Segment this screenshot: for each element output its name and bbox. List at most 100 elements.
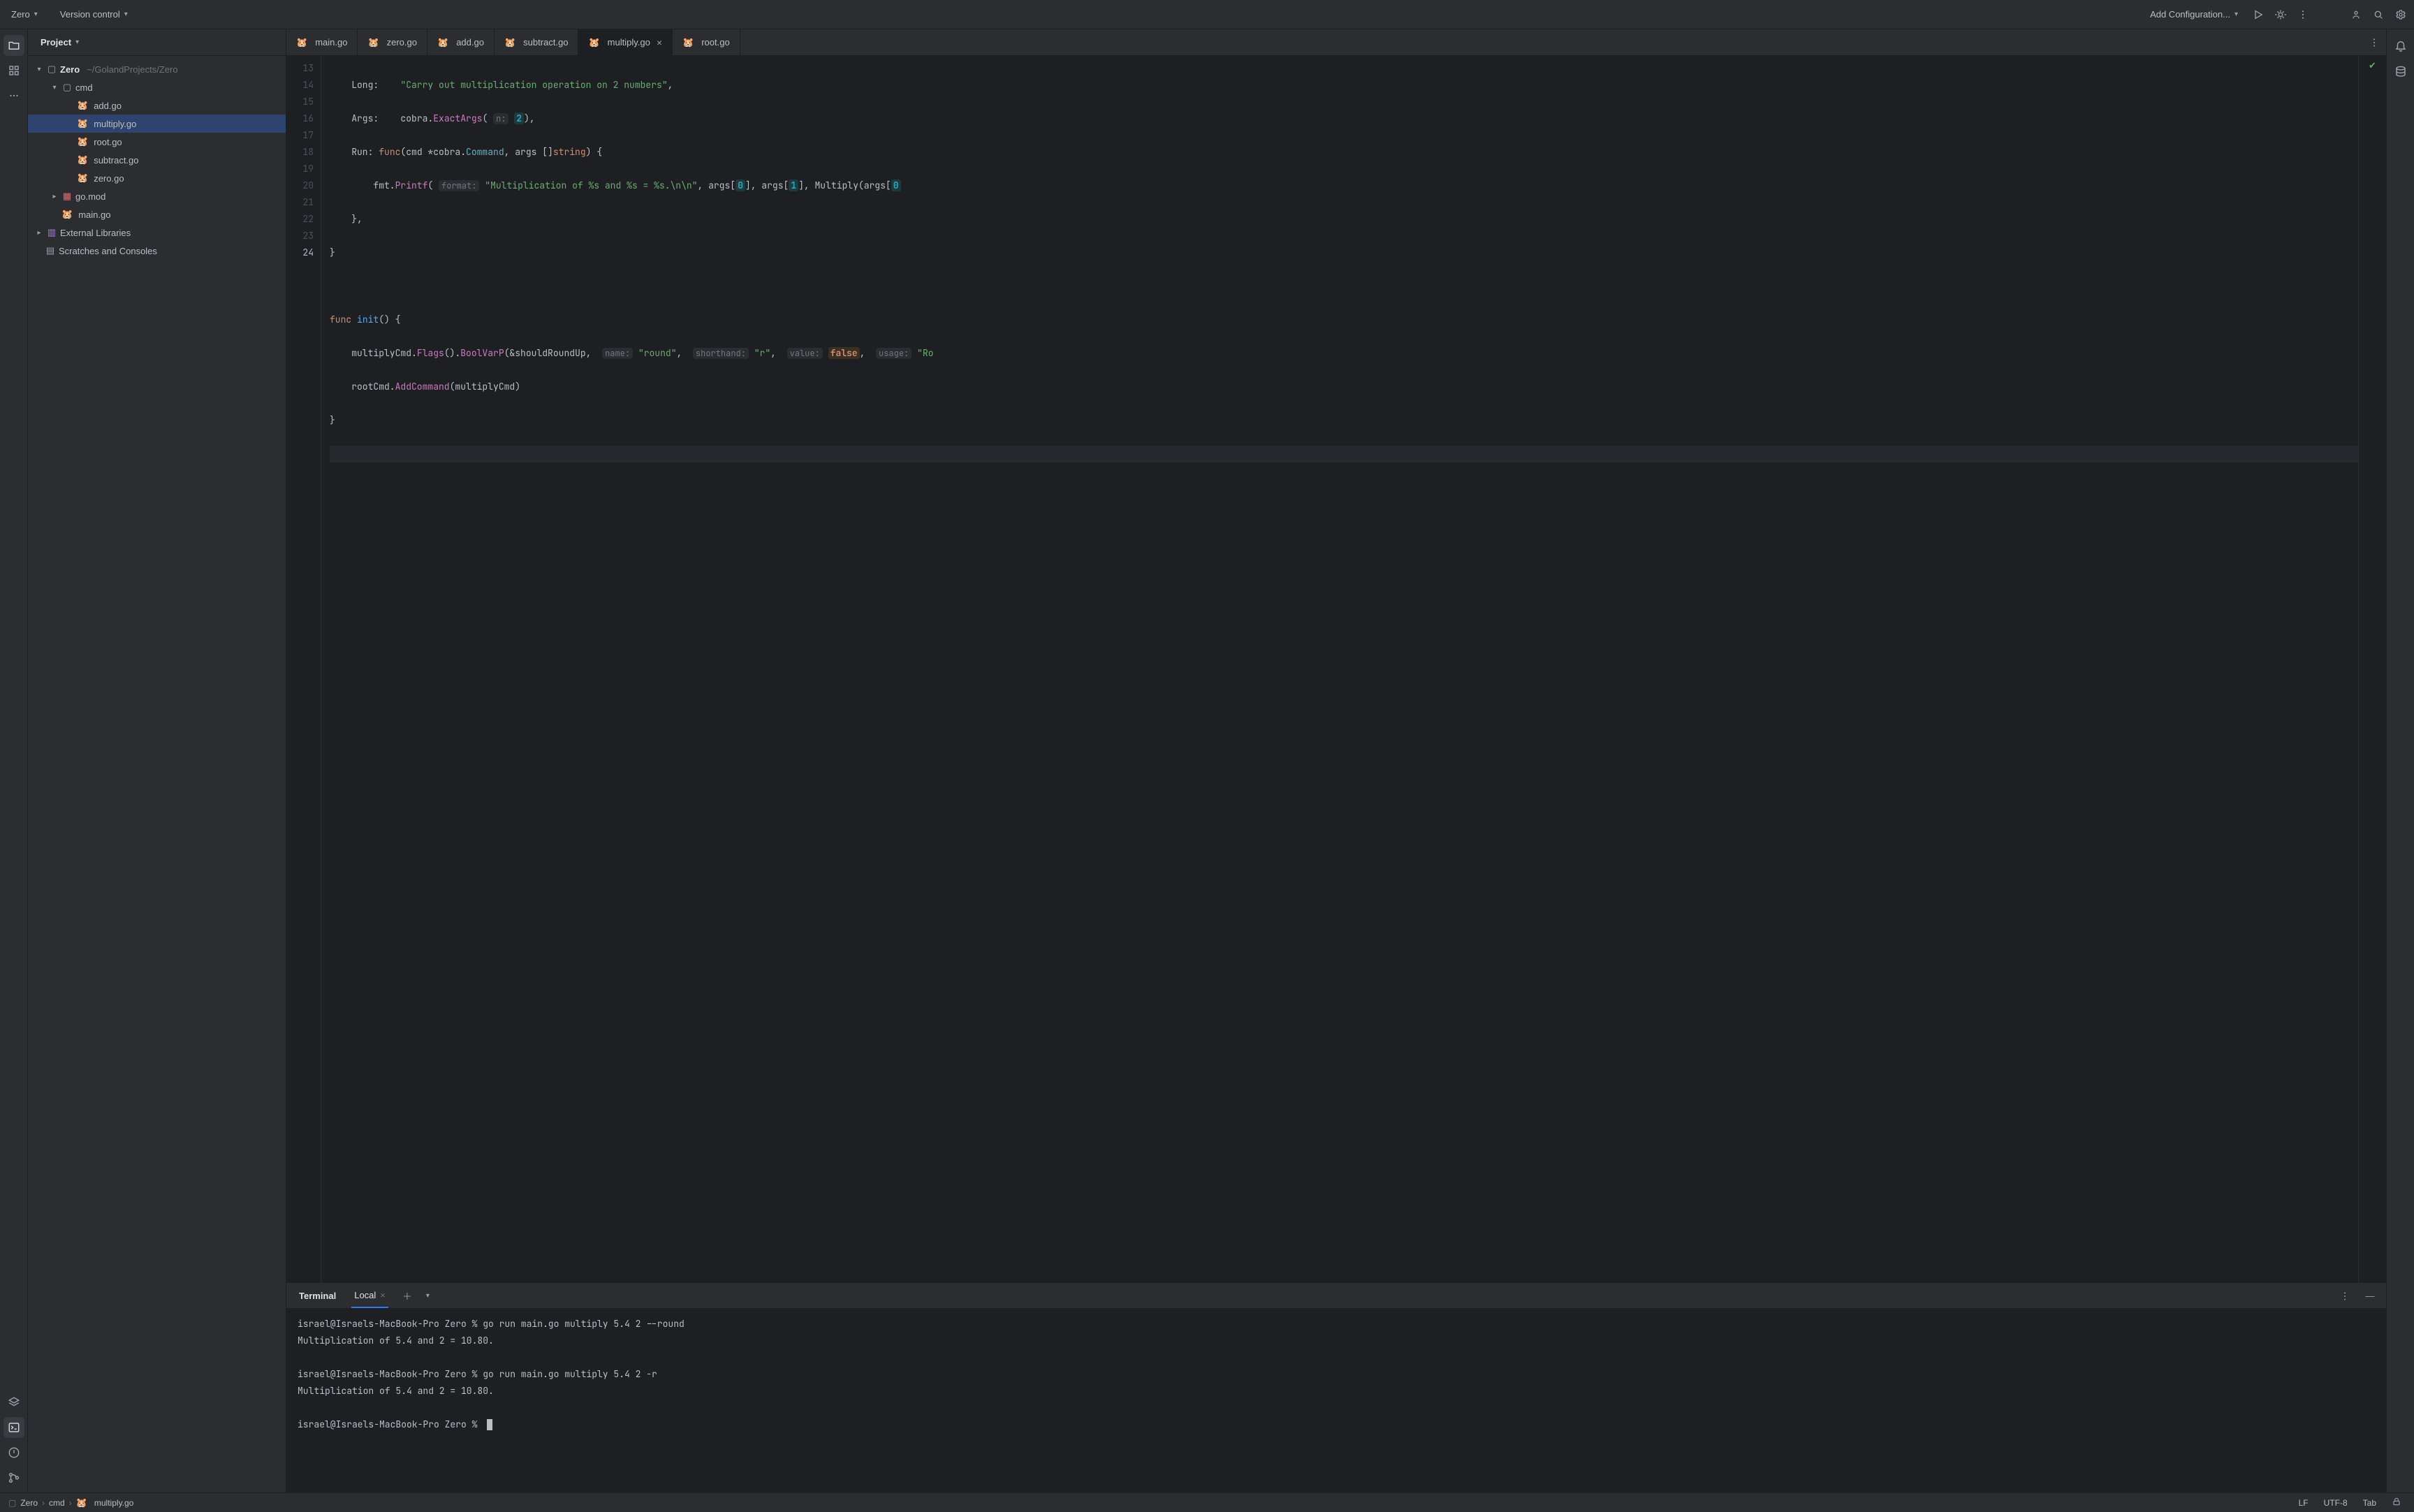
editor-right-gutter: ✔ bbox=[2358, 56, 2386, 1283]
close-icon[interactable]: × bbox=[657, 37, 662, 48]
right-tool-rail bbox=[2386, 29, 2414, 1492]
tree-file-zero[interactable]: 🐹 zero.go bbox=[28, 169, 286, 187]
check-icon[interactable]: ✔ bbox=[2369, 60, 2376, 71]
project-tool-icon[interactable] bbox=[3, 35, 24, 56]
git-icon[interactable] bbox=[3, 1467, 24, 1488]
tab-label: add.go bbox=[456, 37, 484, 47]
status-line-sep[interactable]: LF bbox=[2295, 1498, 2313, 1508]
chevron-down-icon[interactable]: ▾ bbox=[75, 38, 79, 46]
minimize-icon[interactable]: — bbox=[2364, 1290, 2376, 1302]
breadcrumbs[interactable]: ▢ Zero › cmd › 🐹 multiply.go bbox=[8, 1497, 133, 1509]
chevron-down-icon: ▾ bbox=[50, 84, 59, 91]
go-file-icon: 🐹 bbox=[77, 154, 88, 166]
run-config-dropdown[interactable]: Add Configuration... ▾ bbox=[2146, 6, 2242, 22]
tree-external-libs[interactable]: ▸ ▥ External Libraries bbox=[28, 223, 286, 242]
project-menu[interactable]: Zero ▾ bbox=[7, 6, 42, 22]
tree-file-add[interactable]: 🐹 add.go bbox=[28, 96, 286, 115]
tab-root[interactable]: 🐹root.go bbox=[673, 29, 740, 55]
sidebar-title: Project bbox=[41, 37, 71, 47]
project-sidebar: Project ▾ ▾ ▢ Zero ~/GolandProjects/Zero… bbox=[28, 29, 286, 1492]
more-icon[interactable] bbox=[2297, 8, 2309, 21]
go-file-icon: 🐹 bbox=[76, 1497, 87, 1509]
debug-icon[interactable] bbox=[2274, 8, 2287, 21]
go-file-icon: 🐹 bbox=[588, 37, 599, 48]
tree-file-label: main.go bbox=[78, 210, 110, 220]
go-file-icon: 🐹 bbox=[61, 209, 73, 220]
notifications-icon[interactable] bbox=[2390, 35, 2411, 56]
settings-icon[interactable] bbox=[2394, 8, 2407, 21]
line-gutter: 131415161718192021222324 bbox=[286, 56, 321, 1283]
left-tool-rail bbox=[0, 29, 28, 1492]
run-config-label: Add Configuration... bbox=[2150, 9, 2230, 20]
term-line: israel@Israels-MacBook-Pro Zero % bbox=[298, 1418, 483, 1430]
tree-file-subtract[interactable]: 🐹 subtract.go bbox=[28, 151, 286, 169]
chevron-right-icon: ▸ bbox=[50, 193, 59, 200]
chevron-down-icon: ▾ bbox=[2234, 10, 2238, 18]
tree-main-go[interactable]: 🐹 main.go bbox=[28, 205, 286, 223]
tab-multiply[interactable]: 🐹 multiply.go × bbox=[578, 29, 673, 55]
chevron-down-icon: ▾ bbox=[34, 10, 38, 18]
project-tree: ▾ ▢ Zero ~/GolandProjects/Zero ▾ ▢ cmd 🐹… bbox=[28, 56, 286, 1492]
tree-folder-cmd[interactable]: ▾ ▢ cmd bbox=[28, 78, 286, 96]
tab-subtract[interactable]: 🐹subtract.go bbox=[495, 29, 579, 55]
go-file-icon: 🐹 bbox=[296, 37, 307, 48]
scratches-icon: ▤ bbox=[45, 245, 56, 256]
tree-file-root[interactable]: 🐹 root.go bbox=[28, 133, 286, 151]
terminal-panel: Terminal Local × ＋ ▾ — israel@Israels-Ma… bbox=[286, 1283, 2386, 1492]
search-icon[interactable] bbox=[2372, 8, 2385, 21]
terminal-cursor bbox=[487, 1419, 492, 1430]
bottom-left-tool-rail bbox=[0, 1392, 28, 1492]
go-file-icon: 🐹 bbox=[77, 118, 88, 129]
library-icon: ▥ bbox=[46, 227, 57, 238]
tree-folder-label: cmd bbox=[75, 82, 93, 93]
structure-tool-icon[interactable] bbox=[3, 60, 24, 81]
tree-file-label: add.go bbox=[94, 101, 122, 111]
crumb-root: Zero bbox=[20, 1498, 38, 1508]
editor-pane: 131415161718192021222324 Long: "Carry ou… bbox=[286, 56, 2386, 1283]
add-terminal-icon[interactable]: ＋ bbox=[401, 1290, 414, 1302]
status-encoding[interactable]: UTF-8 bbox=[2320, 1498, 2352, 1508]
go-file-icon: 🐹 bbox=[77, 100, 88, 111]
tree-root[interactable]: ▾ ▢ Zero ~/GolandProjects/Zero bbox=[28, 60, 286, 78]
tree-file-multiply[interactable]: 🐹 multiply.go bbox=[28, 115, 286, 133]
project-menu-label: Zero bbox=[11, 9, 30, 20]
code-editor[interactable]: Long: "Carry out multiplication operatio… bbox=[321, 56, 2358, 1283]
more-tool-icon[interactable] bbox=[3, 85, 24, 106]
terminal-tab-local[interactable]: Local × bbox=[351, 1284, 388, 1308]
tab-more-icon[interactable] bbox=[2368, 36, 2380, 49]
status-indent[interactable]: Tab bbox=[2359, 1498, 2380, 1508]
tree-scratches[interactable]: ▤ Scratches and Consoles bbox=[28, 242, 286, 260]
sidebar-header: Project ▾ bbox=[28, 29, 286, 56]
chevron-right-icon: › bbox=[69, 1498, 72, 1508]
go-file-icon: 🐹 bbox=[682, 37, 694, 48]
readonly-lock-icon[interactable] bbox=[2387, 1497, 2406, 1509]
chevron-down-icon[interactable]: ▾ bbox=[426, 1292, 430, 1300]
tab-main[interactable]: 🐹 main.go bbox=[286, 29, 358, 55]
top-bar: Zero ▾ Version control ▾ Add Configurati… bbox=[0, 0, 2414, 29]
status-bar: ▢ Zero › cmd › 🐹 multiply.go LF UTF-8 Ta… bbox=[0, 1492, 2414, 1512]
term-line: israel@Israels-MacBook-Pro Zero % go run… bbox=[298, 1368, 657, 1380]
terminal-tool-icon[interactable] bbox=[3, 1417, 24, 1438]
tab-zero[interactable]: 🐹zero.go bbox=[358, 29, 427, 55]
tab-add[interactable]: 🐹add.go bbox=[427, 29, 495, 55]
tab-label: zero.go bbox=[387, 37, 417, 47]
database-icon[interactable] bbox=[2390, 61, 2411, 82]
tree-file-label: subtract.go bbox=[94, 155, 138, 166]
terminal-more-icon[interactable] bbox=[2339, 1290, 2351, 1302]
tree-file-label: zero.go bbox=[94, 173, 124, 184]
tab-label: main.go bbox=[315, 37, 347, 47]
module-icon: ▢ bbox=[8, 1498, 16, 1508]
term-line: israel@Israels-MacBook-Pro Zero % go run… bbox=[298, 1318, 685, 1330]
tree-gomod[interactable]: ▸ ▦ go.mod bbox=[28, 187, 286, 205]
services-icon[interactable] bbox=[3, 1392, 24, 1413]
tree-root-name: Zero bbox=[60, 64, 80, 75]
version-control-menu[interactable]: Version control ▾ bbox=[56, 6, 132, 22]
term-line: Multiplication of 5.4 and 2 = 10.80. bbox=[298, 1385, 494, 1397]
code-with-me-icon[interactable] bbox=[2350, 8, 2362, 21]
go-file-icon: 🐹 bbox=[77, 136, 88, 147]
tab-label: multiply.go bbox=[608, 37, 650, 47]
run-icon[interactable] bbox=[2252, 8, 2265, 21]
close-icon[interactable]: × bbox=[380, 1290, 386, 1300]
problems-icon[interactable] bbox=[3, 1442, 24, 1463]
terminal-body[interactable]: israel@Israels-MacBook-Pro Zero % go run… bbox=[286, 1309, 2386, 1492]
